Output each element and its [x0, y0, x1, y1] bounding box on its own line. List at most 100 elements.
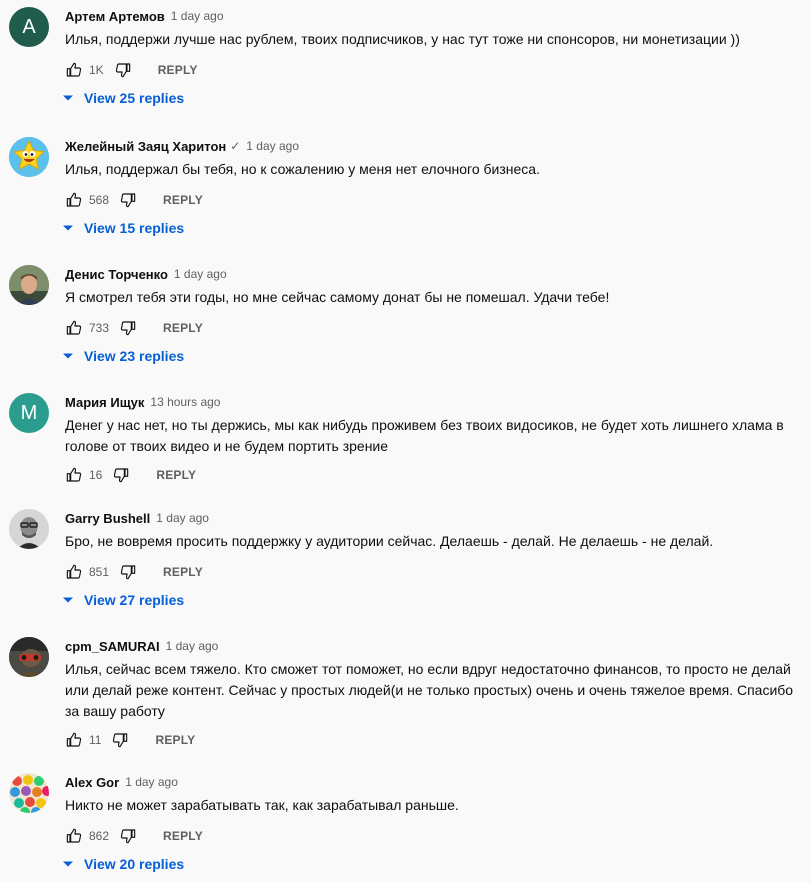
comment-text: Илья, поддержал бы тебя, но к сожалению …: [65, 161, 540, 177]
comment-actions: 851 REPLY: [65, 560, 203, 584]
view-replies-label: View 15 replies: [84, 220, 185, 236]
timestamp[interactable]: 1 day ago: [246, 139, 299, 153]
person-photo-avatar-icon: [9, 509, 49, 549]
yellow-cartoon-star-avatar-icon: [9, 137, 49, 177]
person-photo-avatar-icon: [9, 265, 49, 305]
view-replies-button[interactable]: View 15 replies: [62, 217, 184, 239]
chevron-down-icon: [63, 597, 73, 603]
like-button[interactable]: [65, 731, 83, 749]
thumbs-down-icon: [120, 321, 136, 336]
author-name[interactable]: Alex Gor: [65, 775, 119, 790]
comment-header: Денис Торченко 1 day ago: [65, 265, 227, 283]
like-button[interactable]: [65, 191, 83, 209]
avatar[interactable]: [9, 509, 49, 549]
timestamp[interactable]: 1 day ago: [171, 9, 224, 23]
author-name[interactable]: Денис Торченко: [65, 267, 168, 282]
like-count: 862: [89, 829, 110, 843]
reply-button[interactable]: REPLY: [158, 63, 198, 77]
avatar-letter: M: [20, 401, 38, 424]
comment-header: Артем Артемов 1 day ago: [65, 7, 224, 25]
like-button[interactable]: [65, 563, 83, 581]
chevron-down-icon: [63, 353, 73, 359]
comment-header: cpm_SAMURAI 1 day ago: [65, 637, 218, 655]
like-count: 733: [89, 321, 110, 335]
thumbs-up-icon: [66, 320, 82, 335]
chevron-down-icon: [63, 861, 73, 867]
like-button[interactable]: [65, 466, 83, 484]
like-count: 16: [89, 468, 103, 482]
chevron-down-icon: [63, 225, 73, 231]
like-count: 1K: [89, 63, 104, 77]
timestamp[interactable]: 1 day ago: [156, 511, 209, 525]
timestamp[interactable]: 1 day ago: [166, 639, 219, 653]
thumbs-down-icon: [114, 468, 129, 483]
reply-button[interactable]: REPLY: [163, 321, 203, 335]
verified-check-icon: ✓: [230, 139, 241, 153]
avatar[interactable]: M: [9, 393, 49, 433]
view-replies-button[interactable]: View 20 replies: [62, 853, 184, 875]
thumbs-up-icon: [66, 732, 82, 747]
author-name[interactable]: Желейный Заяц Харитон: [65, 139, 226, 154]
reply-button[interactable]: REPLY: [163, 829, 203, 843]
comment-header: Желейный Заяц Харитон ✓ 1 day ago: [65, 137, 299, 155]
like-button[interactable]: [65, 827, 83, 845]
comment-header: Garry Bushell 1 day ago: [65, 509, 209, 527]
author-name[interactable]: cpm_SAMURAI: [65, 639, 160, 654]
thumbs-down-icon: [120, 193, 136, 208]
comment-text: Илья, поддержи лучше нас рублем, твоих п…: [65, 31, 740, 47]
comment-text: Илья, сейчас всем тяжело. Кто сможет тот…: [65, 661, 794, 719]
comment-actions: 568 REPLY: [65, 188, 203, 212]
comment-actions: 16 REPLY: [65, 463, 196, 487]
like-count: 11: [89, 733, 102, 747]
avatar[interactable]: A: [9, 7, 49, 47]
colorful-balls-avatar-icon: [9, 773, 49, 813]
dislike-button[interactable]: [119, 827, 137, 845]
like-count: 851: [89, 565, 110, 579]
dislike-button[interactable]: [114, 61, 132, 79]
thumbs-down-icon: [115, 63, 130, 78]
comment-header: Alex Gor 1 day ago: [65, 773, 178, 791]
author-name[interactable]: Мария Ищук: [65, 395, 144, 410]
thumbs-up-icon: [66, 828, 82, 843]
thumbs-up-icon: [66, 467, 82, 482]
view-replies-label: View 23 replies: [84, 348, 185, 364]
view-replies-label: View 27 replies: [84, 592, 185, 608]
avatar[interactable]: [9, 265, 49, 305]
comment-actions: 862 REPLY: [65, 824, 203, 848]
view-replies-button[interactable]: View 27 replies: [62, 589, 184, 611]
dislike-button[interactable]: [111, 731, 129, 749]
view-replies-button[interactable]: View 25 replies: [62, 87, 184, 109]
author-name[interactable]: Артем Артемов: [65, 9, 165, 24]
dislike-button[interactable]: [119, 191, 137, 209]
timestamp[interactable]: 13 hours ago: [150, 395, 220, 409]
person-photo-avatar-icon: [9, 637, 49, 677]
like-button[interactable]: [65, 319, 83, 337]
comment-actions: 11 REPLY: [65, 728, 195, 752]
view-replies-label: View 20 replies: [84, 856, 185, 872]
dislike-button[interactable]: [119, 563, 137, 581]
reply-button[interactable]: REPLY: [155, 733, 195, 747]
avatar[interactable]: [9, 773, 49, 813]
comment-text: Я смотрел тебя эти годы, но мне сейчас с…: [65, 289, 610, 305]
thumbs-down-icon: [120, 565, 136, 580]
author-name[interactable]: Garry Bushell: [65, 511, 150, 526]
comment-text: Денег у нас нет, но ты держись, мы как н…: [65, 417, 784, 454]
reply-button[interactable]: REPLY: [163, 565, 203, 579]
dislike-button[interactable]: [119, 319, 137, 337]
thumbs-up-icon: [66, 62, 82, 77]
timestamp[interactable]: 1 day ago: [174, 267, 227, 281]
comment-header: Мария Ищук 13 hours ago: [65, 393, 220, 411]
reply-button[interactable]: REPLY: [163, 193, 203, 207]
avatar[interactable]: [9, 637, 49, 677]
like-button[interactable]: [65, 61, 83, 79]
dislike-button[interactable]: [112, 466, 130, 484]
reply-button[interactable]: REPLY: [156, 468, 196, 482]
comment-actions: 733 REPLY: [65, 316, 203, 340]
thumbs-up-icon: [66, 564, 82, 579]
view-replies-button[interactable]: View 23 replies: [62, 345, 184, 367]
thumbs-up-icon: [66, 192, 82, 207]
thumbs-down-icon: [113, 733, 128, 748]
comment-actions: 1K REPLY: [65, 58, 198, 82]
timestamp[interactable]: 1 day ago: [125, 775, 178, 789]
avatar[interactable]: [9, 137, 49, 177]
